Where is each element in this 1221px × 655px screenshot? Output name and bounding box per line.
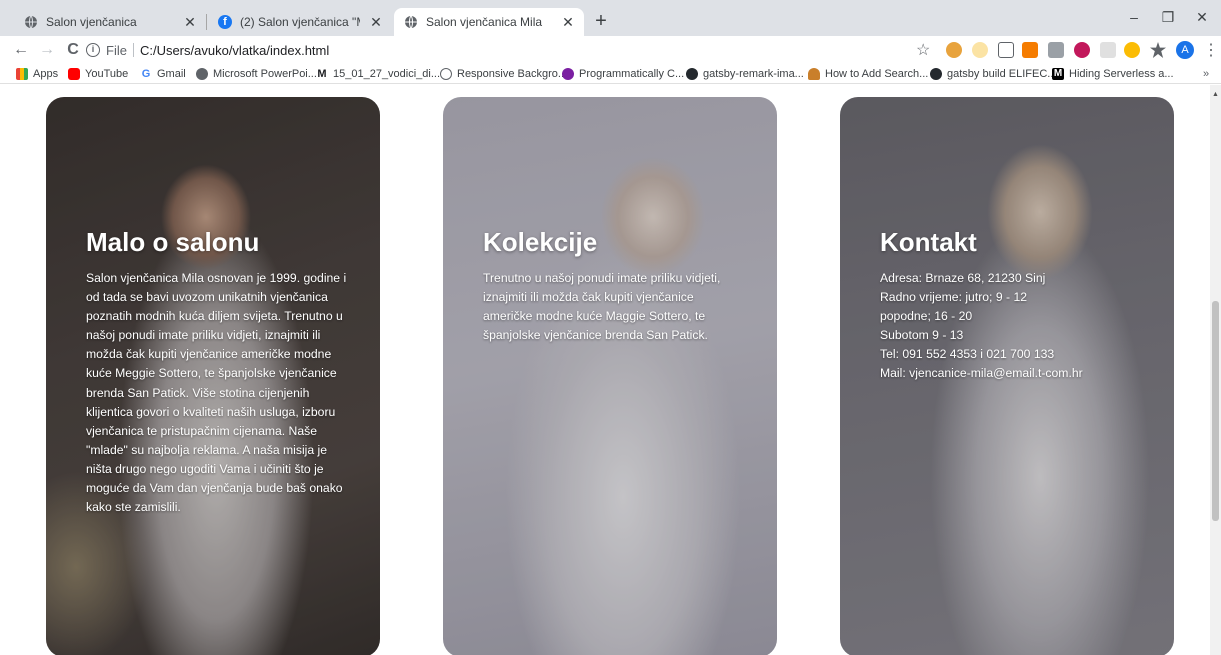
bookmark-label: Hiding Serverless a... xyxy=(1069,68,1174,80)
bookmark-label: How to Add Search... xyxy=(825,68,929,80)
bookmark-label: 15_01_27_vodici_di... xyxy=(333,68,441,80)
bookmark-programmatically[interactable]: Programmatically C... xyxy=(562,66,684,82)
bookmark-powerpoint[interactable]: Microsoft PowerPoi... xyxy=(196,66,317,82)
bookmark-responsive[interactable]: Responsive Backgro... xyxy=(440,66,567,82)
tab-title: Salon vjenčanica xyxy=(46,15,137,29)
card-contact: Kontakt Adresa: Brnaze 68, 21230 Sinj Ra… xyxy=(840,97,1174,655)
bookmark-gatsby-remark[interactable]: gatsby-remark-ima... xyxy=(686,66,804,82)
bookmark-gmail[interactable]: G Gmail xyxy=(140,66,186,82)
card-text: Trenutno u našoj ponudi imate priliku vi… xyxy=(483,271,721,343)
extension-icon[interactable] xyxy=(1022,42,1038,58)
close-tab-icon[interactable]: ✕ xyxy=(182,14,198,30)
page-scrollbar[interactable]: ▲ xyxy=(1210,85,1221,655)
card-about-salon: Malo o salonu Salon vjenčanica Mila osno… xyxy=(46,97,380,655)
contact-hours-afternoon: popodne; 16 - 20 xyxy=(880,309,973,324)
maximize-button[interactable]: ❐ xyxy=(1152,6,1184,28)
youtube-icon xyxy=(68,68,80,80)
tab-title: Salon vjenčanica Mila xyxy=(426,15,543,29)
bookmark-hiding-serverless[interactable]: M Hiding Serverless a... xyxy=(1052,66,1174,82)
github-icon xyxy=(930,68,942,80)
back-button[interactable]: ← xyxy=(10,39,32,61)
info-icon[interactable]: i xyxy=(86,43,100,57)
google-icon: G xyxy=(140,68,152,80)
contact-phone: Tel: 091 552 4353 i 021 700 133 xyxy=(880,347,1055,362)
bookmark-label: Microsoft PowerPoi... xyxy=(213,68,317,80)
bookmark-label: YouTube xyxy=(85,68,129,80)
reload-button[interactable]: C xyxy=(62,39,84,61)
globe-icon xyxy=(404,15,418,29)
circle-x-icon xyxy=(440,68,452,80)
tab-strip: Salon vjenčanica ✕ f (2) Salon vjenčanic… xyxy=(0,0,1221,36)
extension-icon[interactable] xyxy=(1048,42,1064,58)
extension-icon[interactable] xyxy=(998,42,1014,58)
medium-icon: M xyxy=(1052,68,1064,80)
extension-icon[interactable] xyxy=(1124,42,1140,58)
close-window-button[interactable]: ✕ xyxy=(1186,6,1218,28)
extension-icon[interactable] xyxy=(972,42,988,58)
bookmark-youtube[interactable]: YouTube xyxy=(68,66,128,82)
address-path: C:/Users/avuko/vlatka/index.html xyxy=(139,42,330,58)
facebook-icon: f xyxy=(218,15,232,29)
minimize-button[interactable]: – xyxy=(1118,6,1150,28)
page-viewport: Malo o salonu Salon vjenčanica Mila osno… xyxy=(0,85,1210,655)
card-heading: Kontakt xyxy=(880,227,977,257)
tab-divider xyxy=(206,14,207,30)
contact-hours-saturday: Subotom 9 - 13 xyxy=(880,328,964,343)
scroll-up-arrow-icon[interactable]: ▲ xyxy=(1212,91,1219,98)
bookmark-vodici[interactable]: M 15_01_27_vodici_di... xyxy=(316,66,440,82)
card-heading: Kolekcije xyxy=(483,227,598,257)
scrollbar-thumb[interactable] xyxy=(1212,301,1219,521)
tab-salon-vjencanica[interactable]: Salon vjenčanica ✕ xyxy=(14,8,206,36)
card-heading: Malo o salonu xyxy=(86,227,260,257)
close-tab-icon[interactable]: ✕ xyxy=(560,14,576,30)
bookmark-add-search[interactable]: How to Add Search... xyxy=(808,66,928,82)
github-icon xyxy=(686,68,698,80)
extension-icon[interactable] xyxy=(1074,42,1090,58)
person-icon xyxy=(808,68,820,80)
menu-kebab-icon[interactable]: ⋮ xyxy=(1203,40,1219,60)
contact-address: Adresa: Brnaze 68, 21230 Sinj xyxy=(880,271,1046,285)
contact-details: Adresa: Brnaze 68, 21230 Sinj Radno vrij… xyxy=(880,269,1142,384)
extensions-puzzle-icon[interactable] xyxy=(1150,42,1166,58)
bookmark-label: gatsby build ELIFEC... xyxy=(947,68,1057,80)
extension-icon[interactable] xyxy=(946,42,962,58)
address-divider xyxy=(132,43,134,57)
profile-avatar[interactable]: A xyxy=(1176,41,1194,59)
browser-toolbar: ← → C i File C:/Users/avuko/vlatka/index… xyxy=(0,36,1221,64)
close-tab-icon[interactable]: ✕ xyxy=(368,14,384,30)
bookmark-label: gatsby-remark-ima... xyxy=(703,68,804,80)
apps-grid-icon xyxy=(16,68,28,80)
swirl-icon xyxy=(562,68,574,80)
tab-title: (2) Salon vjenčanica "Mila" | Faceb xyxy=(240,15,360,29)
photo-overlay xyxy=(443,97,777,655)
address-bar[interactable]: i File C:/Users/avuko/vlatka/index.html xyxy=(86,38,926,62)
bookmark-star-icon[interactable]: ☆ xyxy=(916,40,930,60)
bookmark-label: Gmail xyxy=(157,68,186,80)
bookmark-apps[interactable]: Apps xyxy=(16,66,58,82)
bookmarks-more-button[interactable]: » xyxy=(1203,68,1209,80)
tab-facebook[interactable]: f (2) Salon vjenčanica "Mila" | Faceb ✕ xyxy=(208,8,392,36)
card-text: Salon vjenčanica Mila osnovan je 1999. g… xyxy=(86,271,347,515)
address-scheme: File xyxy=(106,42,127,58)
bookmark-label: Programmatically C... xyxy=(579,68,685,80)
card-collections: Kolekcije Trenutno u našoj ponudi imate … xyxy=(443,97,777,655)
forward-button[interactable]: → xyxy=(36,39,58,61)
bookmark-label: Apps xyxy=(33,68,59,80)
extension-icon[interactable] xyxy=(1100,42,1116,58)
m-logo-icon: M xyxy=(316,68,328,80)
contact-hours-morning: Radno vrijeme: jutro; 9 - 12 xyxy=(880,290,1027,305)
bookmarks-bar: Apps YouTube G Gmail Microsoft PowerPoi.… xyxy=(0,64,1221,84)
tab-salon-mila-active[interactable]: Salon vjenčanica Mila ✕ xyxy=(394,8,584,36)
globe-icon xyxy=(24,15,38,29)
globe-icon xyxy=(196,68,208,80)
bookmark-label: Responsive Backgro... xyxy=(457,68,568,80)
contact-email: Mail: vjencanice-mila@email.t-com.hr xyxy=(880,366,1083,381)
bookmark-gatsby-build[interactable]: gatsby build ELIFEC... xyxy=(930,66,1056,82)
new-tab-button[interactable]: + xyxy=(588,9,614,35)
